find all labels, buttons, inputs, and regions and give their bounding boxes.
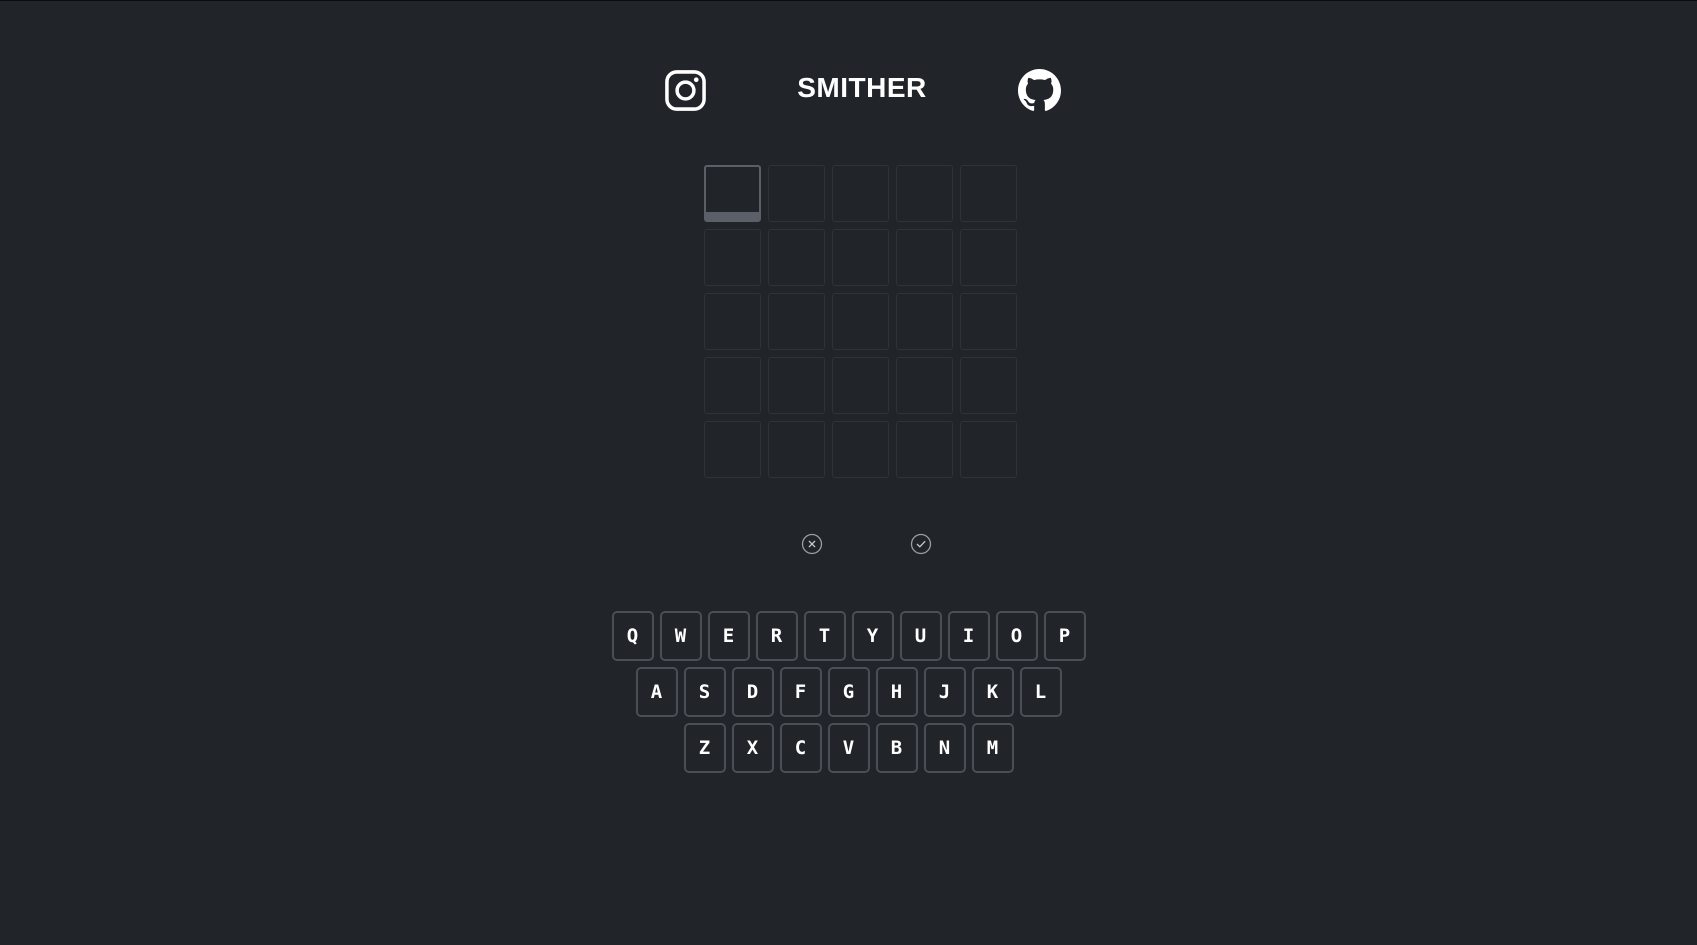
- board-tile: [768, 165, 825, 222]
- board-tile: [768, 421, 825, 478]
- key-m[interactable]: M: [971, 723, 1014, 773]
- key-l[interactable]: L: [1019, 667, 1062, 717]
- board-tile: [896, 165, 953, 222]
- board-tile: [896, 357, 953, 414]
- key-p[interactable]: P: [1043, 611, 1086, 661]
- board-tile: [768, 293, 825, 350]
- key-d[interactable]: D: [731, 667, 774, 717]
- key-t[interactable]: T: [803, 611, 846, 661]
- keyboard-row: Q W E R T Y U I O P: [0, 611, 1697, 661]
- keyboard: Q W E R T Y U I O P A S D F G H J K L Z …: [0, 611, 1697, 779]
- board-tile: [896, 421, 953, 478]
- key-h[interactable]: H: [875, 667, 918, 717]
- key-j[interactable]: J: [923, 667, 966, 717]
- board-tile: [960, 421, 1017, 478]
- key-z[interactable]: Z: [683, 723, 726, 773]
- board-tile: [704, 293, 761, 350]
- close-circle-icon: [801, 533, 823, 555]
- board-tile: [832, 165, 889, 222]
- github-link[interactable]: [1018, 69, 1061, 112]
- key-e[interactable]: E: [707, 611, 750, 661]
- board-tile: [704, 357, 761, 414]
- key-q[interactable]: Q: [611, 611, 654, 661]
- game-board: [704, 165, 1024, 485]
- board-tile: [704, 165, 761, 222]
- board-tile: [832, 421, 889, 478]
- key-o[interactable]: O: [995, 611, 1038, 661]
- instagram-icon: [665, 70, 706, 111]
- instagram-link[interactable]: [664, 69, 707, 112]
- key-f[interactable]: F: [779, 667, 822, 717]
- board-tile: [960, 293, 1017, 350]
- board-row: [704, 421, 1024, 478]
- header: SMITHER: [0, 66, 1697, 114]
- key-k[interactable]: K: [971, 667, 1014, 717]
- key-c[interactable]: C: [779, 723, 822, 773]
- board-tile: [832, 229, 889, 286]
- board-row: [704, 357, 1024, 414]
- clear-button[interactable]: [801, 533, 823, 555]
- page-title: SMITHER: [797, 72, 927, 103]
- board-tile: [896, 229, 953, 286]
- board-row: [704, 165, 1024, 222]
- key-w[interactable]: W: [659, 611, 702, 661]
- submit-button[interactable]: [910, 533, 932, 555]
- key-v[interactable]: V: [827, 723, 870, 773]
- keyboard-row: Z X C V B N M: [0, 723, 1697, 773]
- github-icon: [1018, 69, 1061, 111]
- key-u[interactable]: U: [899, 611, 942, 661]
- board-tile: [832, 293, 889, 350]
- key-b[interactable]: B: [875, 723, 918, 773]
- board-tile: [960, 357, 1017, 414]
- controls: [0, 533, 1697, 557]
- key-y[interactable]: Y: [851, 611, 894, 661]
- board-tile: [768, 357, 825, 414]
- board-row: [704, 293, 1024, 350]
- keyboard-row: A S D F G H J K L: [0, 667, 1697, 717]
- key-s[interactable]: S: [683, 667, 726, 717]
- board-tile: [704, 421, 761, 478]
- key-x[interactable]: X: [731, 723, 774, 773]
- board-tile: [832, 357, 889, 414]
- board-tile: [960, 165, 1017, 222]
- key-n[interactable]: N: [923, 723, 966, 773]
- board-row: [704, 229, 1024, 286]
- key-a[interactable]: A: [635, 667, 678, 717]
- key-i[interactable]: I: [947, 611, 990, 661]
- key-r[interactable]: R: [755, 611, 798, 661]
- key-g[interactable]: G: [827, 667, 870, 717]
- check-circle-icon: [910, 533, 932, 555]
- board-tile: [896, 293, 953, 350]
- board-tile: [768, 229, 825, 286]
- board-tile: [704, 229, 761, 286]
- board-tile: [960, 229, 1017, 286]
